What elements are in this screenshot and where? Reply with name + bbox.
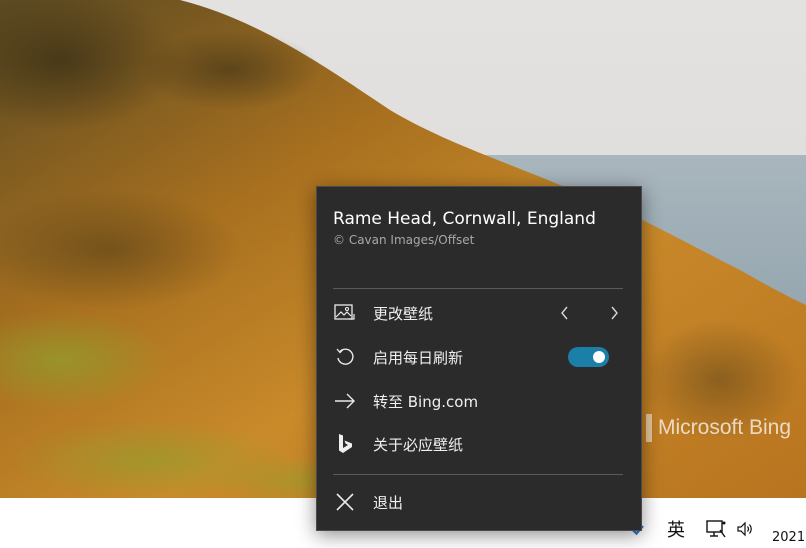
wallpaper-title: Rame Head, Cornwall, England xyxy=(333,209,596,229)
exit-label: 退出 xyxy=(373,493,404,512)
wallpaper-credit: © Cavan Images/Offset xyxy=(333,233,475,247)
desktop: Microsoft Bing 英 2021 Rame Head, Cornwal… xyxy=(0,0,806,548)
image-swap-icon xyxy=(333,301,357,325)
daily-refresh-item[interactable]: 启用每日刷新 xyxy=(317,337,641,377)
close-icon xyxy=(333,490,357,514)
refresh-icon xyxy=(333,345,357,369)
change-wallpaper-item: 更改壁纸 xyxy=(317,293,641,333)
about-bing-wallpaper-label: 关于必应壁纸 xyxy=(373,435,464,454)
clock-text[interactable]: 2021 xyxy=(772,528,806,546)
network-icon[interactable] xyxy=(704,516,728,542)
chevron-right-icon xyxy=(611,306,618,320)
next-wallpaper-button[interactable] xyxy=(600,299,628,327)
exit-item[interactable]: 退出 xyxy=(317,482,641,522)
chevron-left-icon xyxy=(561,306,568,320)
toggle-knob xyxy=(593,351,605,363)
bing-watermark: Microsoft Bing xyxy=(646,414,791,442)
ime-indicator[interactable]: 英 xyxy=(664,516,688,542)
previous-wallpaper-button[interactable] xyxy=(551,299,579,327)
go-to-bing-item[interactable]: 转至 Bing.com xyxy=(317,381,641,421)
go-to-bing-label: 转至 Bing.com xyxy=(373,392,479,411)
daily-refresh-toggle[interactable] xyxy=(568,347,609,367)
bing-logo-icon xyxy=(333,432,357,456)
bing-wallpaper-menu: Rame Head, Cornwall, England © Cavan Ima… xyxy=(316,186,642,531)
change-wallpaper-label: 更改壁纸 xyxy=(373,304,434,323)
daily-refresh-label: 启用每日刷新 xyxy=(373,348,464,367)
volume-icon[interactable] xyxy=(734,516,756,542)
arrow-right-icon xyxy=(333,389,357,413)
bing-logo-icon xyxy=(646,414,652,442)
about-bing-wallpaper-item[interactable]: 关于必应壁纸 xyxy=(317,424,641,464)
menu-divider xyxy=(333,288,623,289)
watermark-text: Microsoft Bing xyxy=(658,416,792,439)
menu-divider xyxy=(333,474,623,475)
